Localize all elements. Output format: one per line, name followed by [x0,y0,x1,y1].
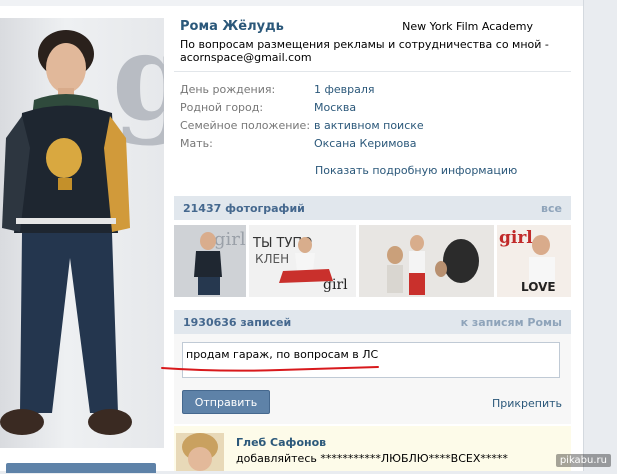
post-text: добавляйтесь ***********ЛЮБЛЮ****ВСЕХ***… [236,452,508,465]
info-label: Родной город: [180,101,264,114]
wall-count[interactable]: 1930636 записей [183,316,291,329]
photos-section-header[interactable]: 21437 фотографий все [174,196,571,220]
profile-page: gi Рома Жёлудь [0,0,584,473]
info-label: День рождения: [180,83,276,96]
wall-section-header[interactable]: 1930636 записей к записям Ромы [174,310,571,334]
info-label: Мать: [180,137,213,150]
attach-link[interactable]: Прикрепить [492,397,562,410]
top-strip [0,0,583,6]
post-author-avatar[interactable] [176,433,224,471]
send-button[interactable]: Отправить [182,390,270,414]
profile-status: По вопросам размещения рекламы и сотрудн… [180,38,549,64]
photo-thumbnail[interactable]: ТЫ ТУПО КЛЕН girl [249,225,356,297]
photos-count[interactable]: 21437 фотографий [183,202,305,215]
svg-text:girl: girl [214,229,246,250]
photos-all-link[interactable]: все [541,202,562,215]
profile-name: Рома Жёлудь [180,19,284,34]
post-author-name[interactable]: Глеб Сафонов [236,436,326,449]
info-value-link[interactable]: в активном поиске [314,119,424,132]
svg-text:girl: girl [499,228,533,248]
svg-text:КЛЕН: КЛЕН [255,252,289,266]
red-annotation-underline [161,366,379,372]
photo-thumbnail[interactable]: girl [174,225,246,297]
info-value-link[interactable]: 1 февраля [314,83,375,96]
watermark: pikabu.ru [555,454,611,467]
show-more-info-link[interactable]: Показать подробную информацию [315,164,517,177]
photo-thumbnail[interactable]: girl LOVE [497,225,571,297]
info-value-link[interactable]: Москва [314,101,356,114]
info-label: Семейное положение: [180,119,311,132]
info-value-link[interactable]: Оксана Керимова [314,137,416,150]
profile-school[interactable]: New York Film Academy [402,20,533,33]
wall-all-link[interactable]: к записям Ромы [461,316,562,329]
avatar-action-button[interactable] [6,463,156,473]
divider [174,71,571,72]
profile-photo[interactable]: gi [0,18,164,448]
photo-thumbnail[interactable] [359,225,494,297]
person-illustration [0,30,132,435]
svg-text:LOVE: LOVE [521,280,556,294]
